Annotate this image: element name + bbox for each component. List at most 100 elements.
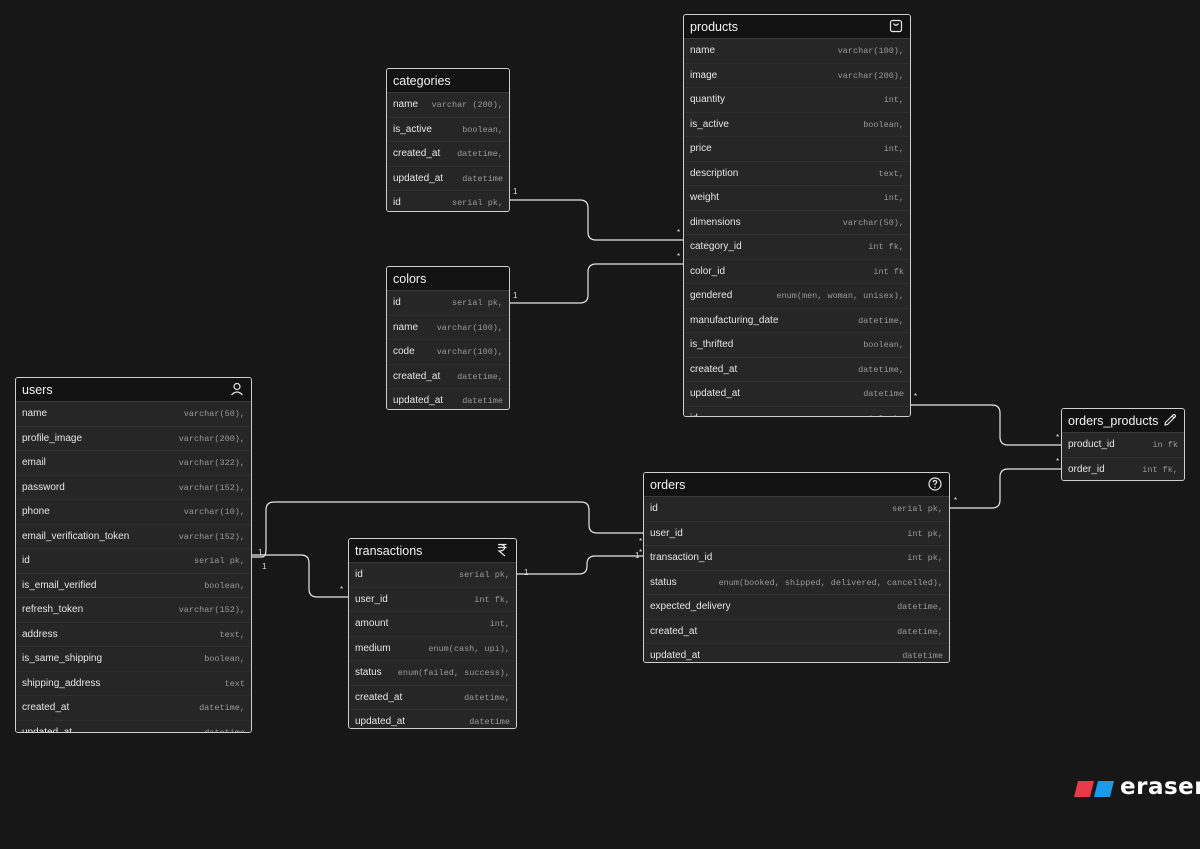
table-users[interactable]: users name varchar(50), profile_image varc… bbox=[15, 377, 252, 733]
table-row[interactable]: address text, bbox=[16, 622, 251, 647]
field-type: datetime bbox=[462, 173, 503, 184]
field-name: description bbox=[690, 167, 739, 179]
field-type: varchar(100), bbox=[837, 46, 904, 56]
table-row[interactable]: created_at datetime, bbox=[387, 142, 509, 167]
table-row[interactable]: code varchar(100), bbox=[387, 340, 509, 365]
table-row[interactable]: is_email_verified boolean, bbox=[16, 573, 251, 598]
table-row[interactable]: created_at datetime, bbox=[16, 696, 251, 721]
table-row[interactable]: amount int, bbox=[349, 612, 516, 637]
table-row[interactable]: status enum(booked, shipped, delivered, c… bbox=[644, 570, 949, 595]
table-row[interactable]: is_same_shipping boolean, bbox=[16, 647, 251, 672]
field-type: serial pk, bbox=[451, 198, 503, 208]
table-row[interactable]: id serial pk, bbox=[684, 406, 910, 417]
table-row[interactable]: weight int, bbox=[684, 186, 910, 211]
table-row[interactable]: id serial pk, bbox=[349, 563, 516, 588]
table-title: transactions bbox=[355, 544, 423, 558]
field-name: address bbox=[22, 628, 58, 640]
field-name: created_at bbox=[650, 625, 698, 637]
table-row[interactable]: created_at datetime, bbox=[684, 357, 910, 382]
table-row[interactable]: email_verification_token varchar(152), bbox=[16, 524, 251, 549]
table-row[interactable]: user_id int pk, bbox=[644, 521, 949, 546]
table-row[interactable]: updated_at datetime bbox=[387, 389, 509, 409]
table-row[interactable]: updated_at datetime bbox=[16, 720, 251, 732]
table-row[interactable]: description text, bbox=[684, 161, 910, 186]
field-name: is_active bbox=[690, 118, 729, 130]
table-row[interactable]: id serial pk, bbox=[16, 549, 251, 574]
table-row[interactable]: shipping_address text bbox=[16, 671, 251, 696]
table-transactions[interactable]: transactions id serial pk, user_id int fk,… bbox=[348, 538, 517, 729]
question-circle-icon bbox=[928, 477, 942, 491]
field-name: category_id bbox=[690, 241, 742, 252]
cardinality-label: 1 bbox=[524, 568, 529, 577]
field-type: datetime bbox=[863, 389, 904, 399]
table-categories[interactable]: categories name varchar (200), is_active b… bbox=[386, 68, 510, 212]
table-row[interactable]: created_at datetime, bbox=[349, 685, 516, 710]
field-name: email bbox=[22, 457, 46, 468]
table-row[interactable]: expected_delivery datetime, bbox=[644, 595, 949, 620]
field-type: varchar(322), bbox=[178, 458, 245, 468]
table-row[interactable]: password varchar(152), bbox=[16, 475, 251, 500]
table-row[interactable]: is_thrifted boolean, bbox=[684, 333, 910, 358]
table-row[interactable]: is_active boolean, bbox=[387, 117, 509, 142]
table-header: colors bbox=[387, 267, 509, 291]
table-row[interactable]: category_id int fk, bbox=[684, 235, 910, 260]
table-row[interactable]: manufacturing_date datetime, bbox=[684, 308, 910, 333]
field-name: created_at bbox=[690, 363, 738, 375]
field-type: datetime bbox=[902, 651, 943, 661]
table-row[interactable]: transaction_id int pk, bbox=[644, 546, 949, 571]
field-name: expected_delivery bbox=[650, 601, 731, 612]
table-row[interactable]: medium enum(cash, upi), bbox=[349, 636, 516, 661]
field-name: user_id bbox=[355, 593, 388, 605]
table-row[interactable]: refresh_token varchar(152), bbox=[16, 598, 251, 623]
table-row[interactable]: order_id int fk, bbox=[1062, 457, 1184, 480]
table-products[interactable]: products name varchar(100), image varchar(… bbox=[683, 14, 911, 417]
table-row[interactable]: id serial pk, bbox=[644, 497, 949, 522]
table-row[interactable]: gendered enum(men, woman, unisex), bbox=[684, 284, 910, 309]
table-row[interactable]: email varchar(322), bbox=[16, 451, 251, 476]
field-name: dimensions bbox=[690, 216, 741, 228]
field-name: updated_at bbox=[650, 650, 701, 661]
table-row[interactable]: color_id int fk bbox=[684, 259, 910, 284]
table-row[interactable]: profile_image varchar(200), bbox=[16, 426, 251, 451]
field-type: boolean, bbox=[863, 119, 904, 130]
table-row[interactable]: price int, bbox=[684, 137, 910, 162]
table-row[interactable]: name varchar(50), bbox=[16, 402, 251, 427]
table-colors[interactable]: colors id serial pk, name varchar(100), co… bbox=[386, 266, 510, 410]
table-row[interactable]: id serial pk, bbox=[387, 191, 509, 211]
table-row[interactable]: updated_at datetime bbox=[684, 382, 910, 407]
table-row[interactable]: quantity int, bbox=[684, 88, 910, 113]
table-row[interactable]: product_id in fk bbox=[1062, 433, 1184, 458]
table-row[interactable]: id serial pk, bbox=[387, 291, 509, 316]
field-name: updated_at bbox=[690, 388, 741, 399]
field-type: enum(failed, success), bbox=[397, 668, 510, 678]
table-row[interactable]: status enum(failed, success), bbox=[349, 661, 516, 686]
table-row[interactable]: image varchar(200), bbox=[684, 63, 910, 88]
table-row[interactable]: name varchar(100), bbox=[387, 315, 509, 340]
table-row[interactable]: phone varchar(10), bbox=[16, 500, 251, 525]
table-orders[interactable]: orders id serial pk, user_id int pk, trans… bbox=[643, 472, 950, 663]
table-header: categories bbox=[387, 69, 509, 93]
table-orders-products[interactable]: orders_products product_id in fk order_id… bbox=[1061, 408, 1185, 481]
field-type: datetime, bbox=[858, 364, 904, 375]
table-row[interactable]: updated_at datetime bbox=[349, 710, 516, 728]
table-row[interactable]: updated_at datetime bbox=[387, 166, 509, 191]
field-type: varchar(100), bbox=[436, 347, 503, 357]
table-row[interactable]: updated_at datetime bbox=[644, 644, 949, 662]
table-row[interactable]: name varchar (200), bbox=[387, 93, 509, 118]
field-name: email_verification_token bbox=[22, 530, 130, 542]
field-type: int fk, bbox=[1142, 464, 1178, 475]
line-categories-products bbox=[508, 199, 685, 241]
table-row[interactable]: dimensions varchar(50), bbox=[684, 210, 910, 235]
field-name: refresh_token bbox=[22, 604, 84, 615]
table-row[interactable]: is_active boolean, bbox=[684, 112, 910, 137]
table-row[interactable]: created_at datetime, bbox=[644, 619, 949, 644]
cardinality-label: 1 bbox=[513, 187, 518, 196]
table-row[interactable]: created_at datetime, bbox=[387, 364, 509, 389]
table-header: transactions bbox=[349, 539, 516, 563]
table-row[interactable]: user_id int fk, bbox=[349, 587, 516, 612]
field-type: serial pk, bbox=[853, 414, 904, 417]
cardinality-label: * bbox=[954, 496, 958, 505]
field-name: is_active bbox=[393, 123, 432, 135]
table-row[interactable]: name varchar(100), bbox=[684, 39, 910, 64]
field-type: int fk, bbox=[868, 242, 904, 252]
